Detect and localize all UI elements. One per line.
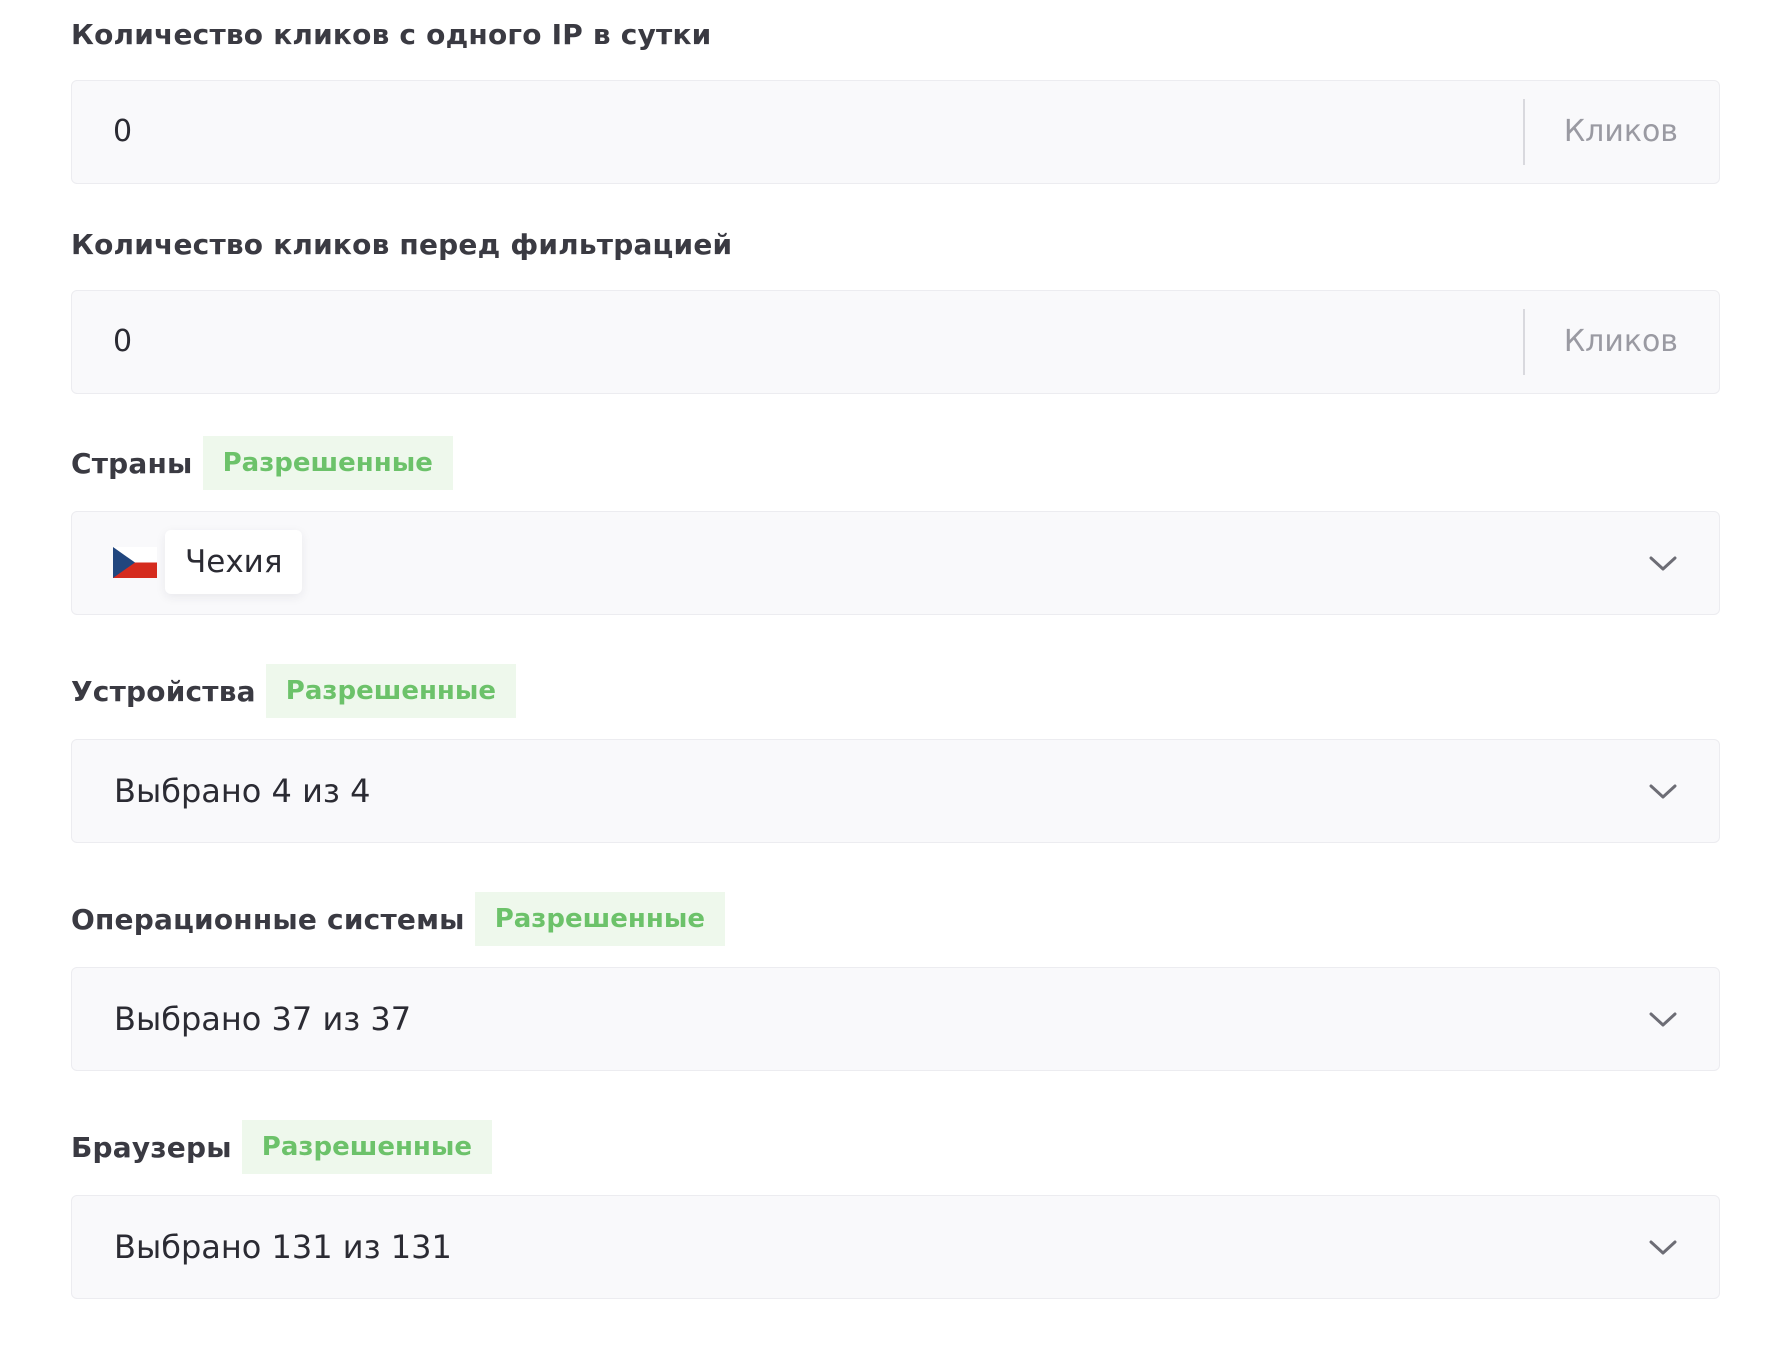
- clicks-per-ip-input[interactable]: 0 Кликов: [71, 80, 1720, 184]
- devices-select[interactable]: Выбрано 4 из 4: [71, 739, 1720, 843]
- browsers-label: Браузеры: [71, 1130, 232, 1164]
- devices-summary: Выбрано 4 из 4: [114, 772, 371, 810]
- country-chip[interactable]: Чехия: [113, 530, 303, 594]
- os-summary: Выбрано 37 из 37: [114, 1000, 412, 1038]
- clicks-before-filter-label: Количество кликов перед фильтрацией: [71, 227, 733, 261]
- clicks-per-ip-suffix: Кликов: [1563, 114, 1678, 149]
- os-section: Операционные системы Разрешенные Выбрано…: [71, 892, 1720, 1071]
- chevron-down-icon[interactable]: [1647, 776, 1679, 806]
- clicks-per-ip-section: Количество кликов с одного IP в сутки 0 …: [71, 6, 1720, 184]
- clicks-per-ip-label-row: Количество кликов с одного IP в сутки: [71, 6, 1720, 62]
- clicks-before-filter-suffix: Кликов: [1563, 324, 1678, 359]
- chevron-down-icon[interactable]: [1647, 548, 1679, 578]
- clicks-before-filter-section: Количество кликов перед фильтрацией 0 Кл…: [71, 216, 1720, 394]
- browsers-section: Браузеры Разрешенные Выбрано 131 из 131: [71, 1120, 1720, 1299]
- clicks-before-filter-label-row: Количество кликов перед фильтрацией: [71, 216, 1720, 272]
- os-label-row: Операционные системы Разрешенные: [71, 892, 1720, 946]
- chevron-down-icon[interactable]: [1647, 1232, 1679, 1262]
- countries-select[interactable]: Чехия: [71, 511, 1720, 615]
- clicks-before-filter-value[interactable]: 0: [113, 291, 132, 393]
- devices-label-row: Устройства Разрешенные: [71, 664, 1720, 718]
- devices-label: Устройства: [71, 674, 256, 708]
- clicks-per-ip-label: Количество кликов с одного IP в сутки: [71, 17, 712, 51]
- os-mode-badge[interactable]: Разрешенные: [474, 892, 725, 946]
- countries-mode-badge[interactable]: Разрешенные: [202, 436, 453, 490]
- suffix-divider: [1523, 309, 1525, 375]
- browsers-mode-badge[interactable]: Разрешенные: [241, 1120, 493, 1174]
- chevron-down-icon[interactable]: [1647, 1004, 1679, 1034]
- browsers-summary: Выбрано 131 из 131: [114, 1228, 452, 1266]
- country-chip-label: Чехия: [165, 530, 303, 594]
- devices-section: Устройства Разрешенные Выбрано 4 из 4: [71, 664, 1720, 843]
- os-select[interactable]: Выбрано 37 из 37: [71, 967, 1720, 1071]
- countries-label-row: Страны Разрешенные: [71, 436, 1720, 490]
- browsers-select[interactable]: Выбрано 131 из 131: [71, 1195, 1720, 1299]
- os-label: Операционные системы: [71, 902, 465, 936]
- clicks-per-ip-value[interactable]: 0: [113, 81, 132, 183]
- czech-flag-icon: [113, 546, 157, 578]
- browsers-label-row: Браузеры Разрешенные: [71, 1120, 1720, 1174]
- suffix-divider: [1523, 99, 1525, 165]
- devices-mode-badge[interactable]: Разрешенные: [265, 664, 517, 718]
- countries-label: Страны: [71, 446, 193, 480]
- countries-section: Страны Разрешенные Чехия: [71, 436, 1720, 615]
- clicks-before-filter-input[interactable]: 0 Кликов: [71, 290, 1720, 394]
